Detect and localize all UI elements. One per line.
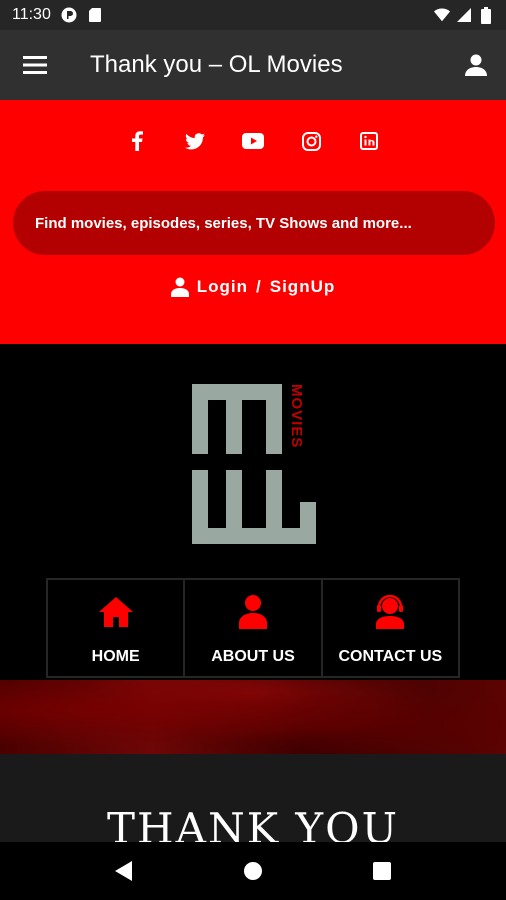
thank-you-section: THANK YOU bbox=[0, 754, 506, 842]
user-icon bbox=[170, 277, 189, 297]
youtube-icon[interactable] bbox=[242, 130, 264, 152]
instagram-icon[interactable] bbox=[300, 130, 322, 152]
top-header: Find movies, episodes, series, TV Shows … bbox=[0, 100, 506, 344]
back-button[interactable] bbox=[104, 851, 144, 891]
auth-separator: / bbox=[256, 277, 262, 296]
hamburger-menu-icon bbox=[23, 56, 47, 74]
notification-app-icon bbox=[61, 7, 77, 23]
wifi-icon bbox=[434, 7, 450, 23]
nav-label-contact-us: CONTACT US bbox=[338, 648, 443, 665]
page-title: Thank you – OL Movies bbox=[90, 51, 343, 78]
account-button[interactable] bbox=[446, 30, 506, 100]
status-time: 11:30 bbox=[12, 6, 51, 23]
battery-icon bbox=[478, 6, 494, 24]
facebook-icon[interactable] bbox=[126, 130, 148, 152]
logo-movies-text: MOVIES bbox=[288, 384, 305, 448]
nav-label-home: HOME bbox=[91, 648, 140, 665]
nav-tile-contact-us[interactable]: CONTACT US bbox=[322, 578, 460, 678]
decorative-banner bbox=[0, 680, 506, 754]
linkedin-icon[interactable] bbox=[358, 130, 380, 152]
recents-square-icon bbox=[372, 862, 391, 880]
user-icon bbox=[235, 594, 271, 630]
ol-movies-logo[interactable]: MOVIES bbox=[188, 378, 328, 546]
status-bar: 11:30 bbox=[0, 0, 506, 30]
back-triangle-icon bbox=[115, 861, 133, 881]
signup-link[interactable]: SignUp bbox=[270, 277, 336, 297]
nav-label-about-us: ABOUT US bbox=[211, 648, 295, 665]
social-links bbox=[0, 130, 506, 152]
thank-you-heading: THANK YOU bbox=[106, 804, 399, 842]
recents-button[interactable] bbox=[362, 851, 402, 891]
twitter-icon[interactable] bbox=[184, 130, 206, 152]
signal-icon bbox=[456, 7, 472, 23]
search-placeholder: Find movies, episodes, series, TV Shows … bbox=[35, 214, 412, 232]
sd-card-icon bbox=[87, 7, 103, 23]
nav-tiles: HOME ABOUT US CONTACT US bbox=[46, 578, 460, 678]
system-navigation-bar bbox=[0, 842, 506, 900]
home-button[interactable] bbox=[233, 851, 273, 891]
nav-tile-about-us[interactable]: ABOUT US bbox=[185, 578, 323, 678]
nav-tile-home[interactable]: HOME bbox=[46, 578, 186, 678]
menu-button[interactable] bbox=[0, 30, 70, 100]
headset-icon bbox=[372, 594, 408, 630]
auth-links: Login / SignUp bbox=[0, 277, 506, 297]
home-icon bbox=[98, 594, 134, 630]
home-circle-icon bbox=[243, 862, 262, 880]
search-input[interactable]: Find movies, episodes, series, TV Shows … bbox=[13, 191, 495, 255]
person-icon bbox=[465, 54, 487, 76]
app-bar: Thank you – OL Movies bbox=[0, 30, 506, 100]
login-link[interactable]: Login bbox=[197, 277, 248, 297]
